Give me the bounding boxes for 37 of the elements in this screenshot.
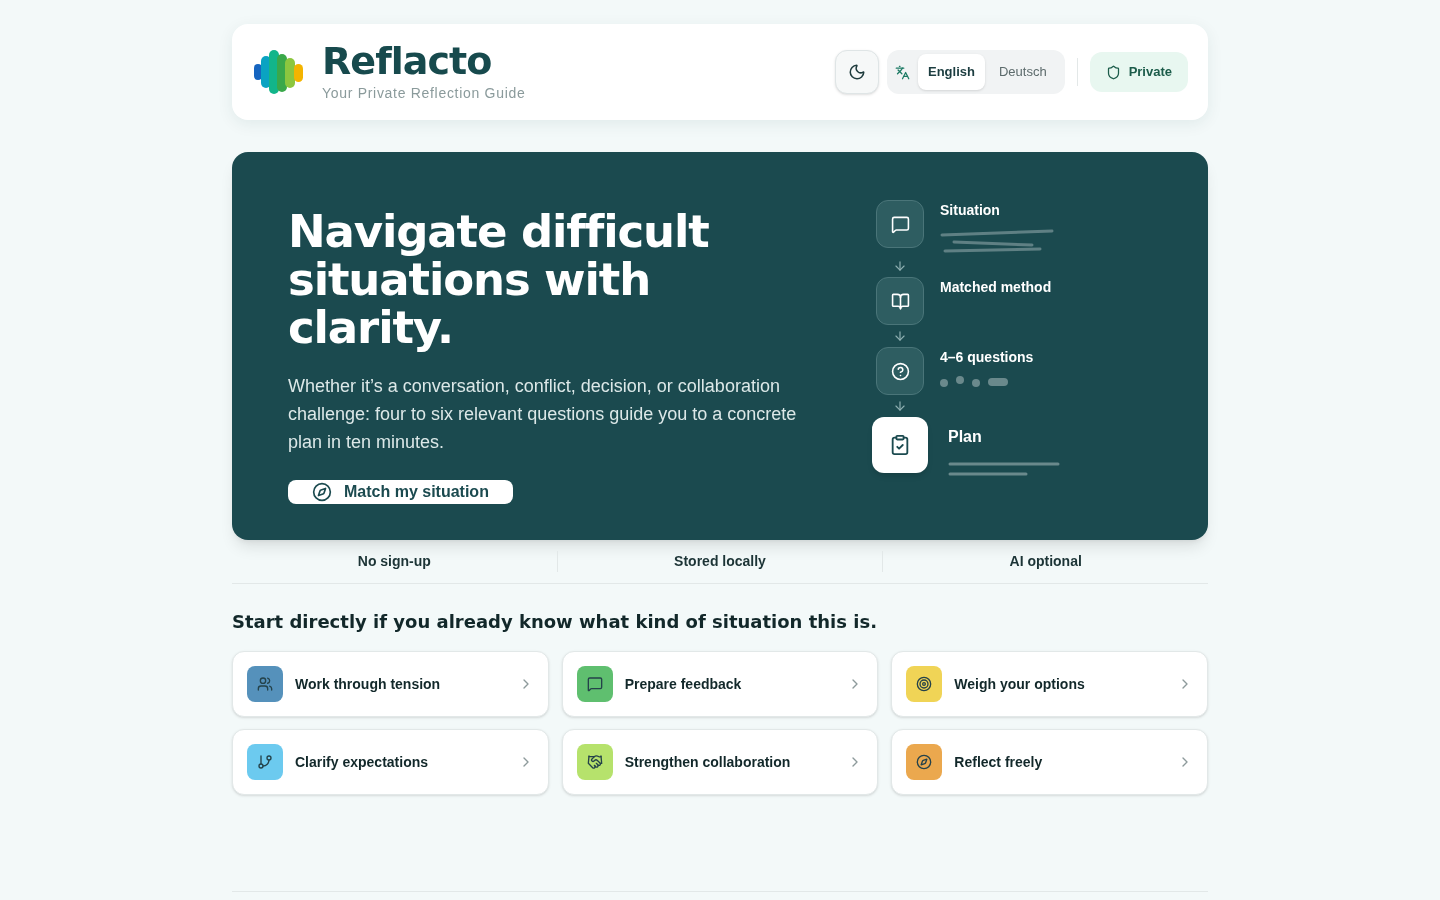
privacy-badge: Private [1089,52,1188,92]
shield-icon [1105,64,1121,80]
step-label: Situation [940,201,1001,220]
handshake-icon [586,754,603,770]
feature-label: Stored locally [674,552,766,571]
speech-bubble-icon [890,214,910,234]
situation-card[interactable]: Reflect freely [891,729,1208,795]
translate-icon [894,64,910,80]
language-tab[interactable]: Deutsch [988,54,1057,90]
feature-label: AI optional [1009,552,1082,571]
tagline: Your Private Reflection Guide [322,83,526,103]
quick-start-heading: Start directly if you already know what kind of situation this is. [232,610,878,634]
feature-label: No sign-up [357,552,431,571]
match-situation-button[interactable]: Match my situation [288,480,513,504]
hero-description: Whether it’s a conversation, conflict, decision, or collaboration challenge: four to six relevant questions guide you to a concrete plan in ten minutes. [288,375,798,454]
people-icon [257,676,273,692]
moon-icon [847,63,866,81]
situation-card[interactable]: Clarify expectations [232,729,549,795]
step-label: 4–6 questions [940,348,1034,367]
speech-bubble-icon [586,676,603,692]
step-label: Matched method [940,278,1052,297]
situation-card[interactable]: Strengthen collaboration [561,729,879,795]
compass-icon [916,754,933,770]
target-icon [916,676,933,692]
language-tab[interactable]: English [917,54,985,90]
step-label: Plan [948,427,983,447]
brand-name: Reflacto [322,40,493,81]
book-icon [890,291,910,311]
situation-card[interactable]: Prepare feedback [561,651,879,717]
situation-card[interactable]: Weigh your options [891,651,1208,717]
theme-toggle-button[interactable] [834,50,879,94]
compass-icon [312,482,332,502]
hero-title: Navigate difficult situations with clarity. [288,208,710,352]
situation-card[interactable]: Work through tension [232,651,549,717]
branch-icon [257,754,273,770]
question-icon [890,361,910,381]
clipboard-check-icon [889,434,911,456]
